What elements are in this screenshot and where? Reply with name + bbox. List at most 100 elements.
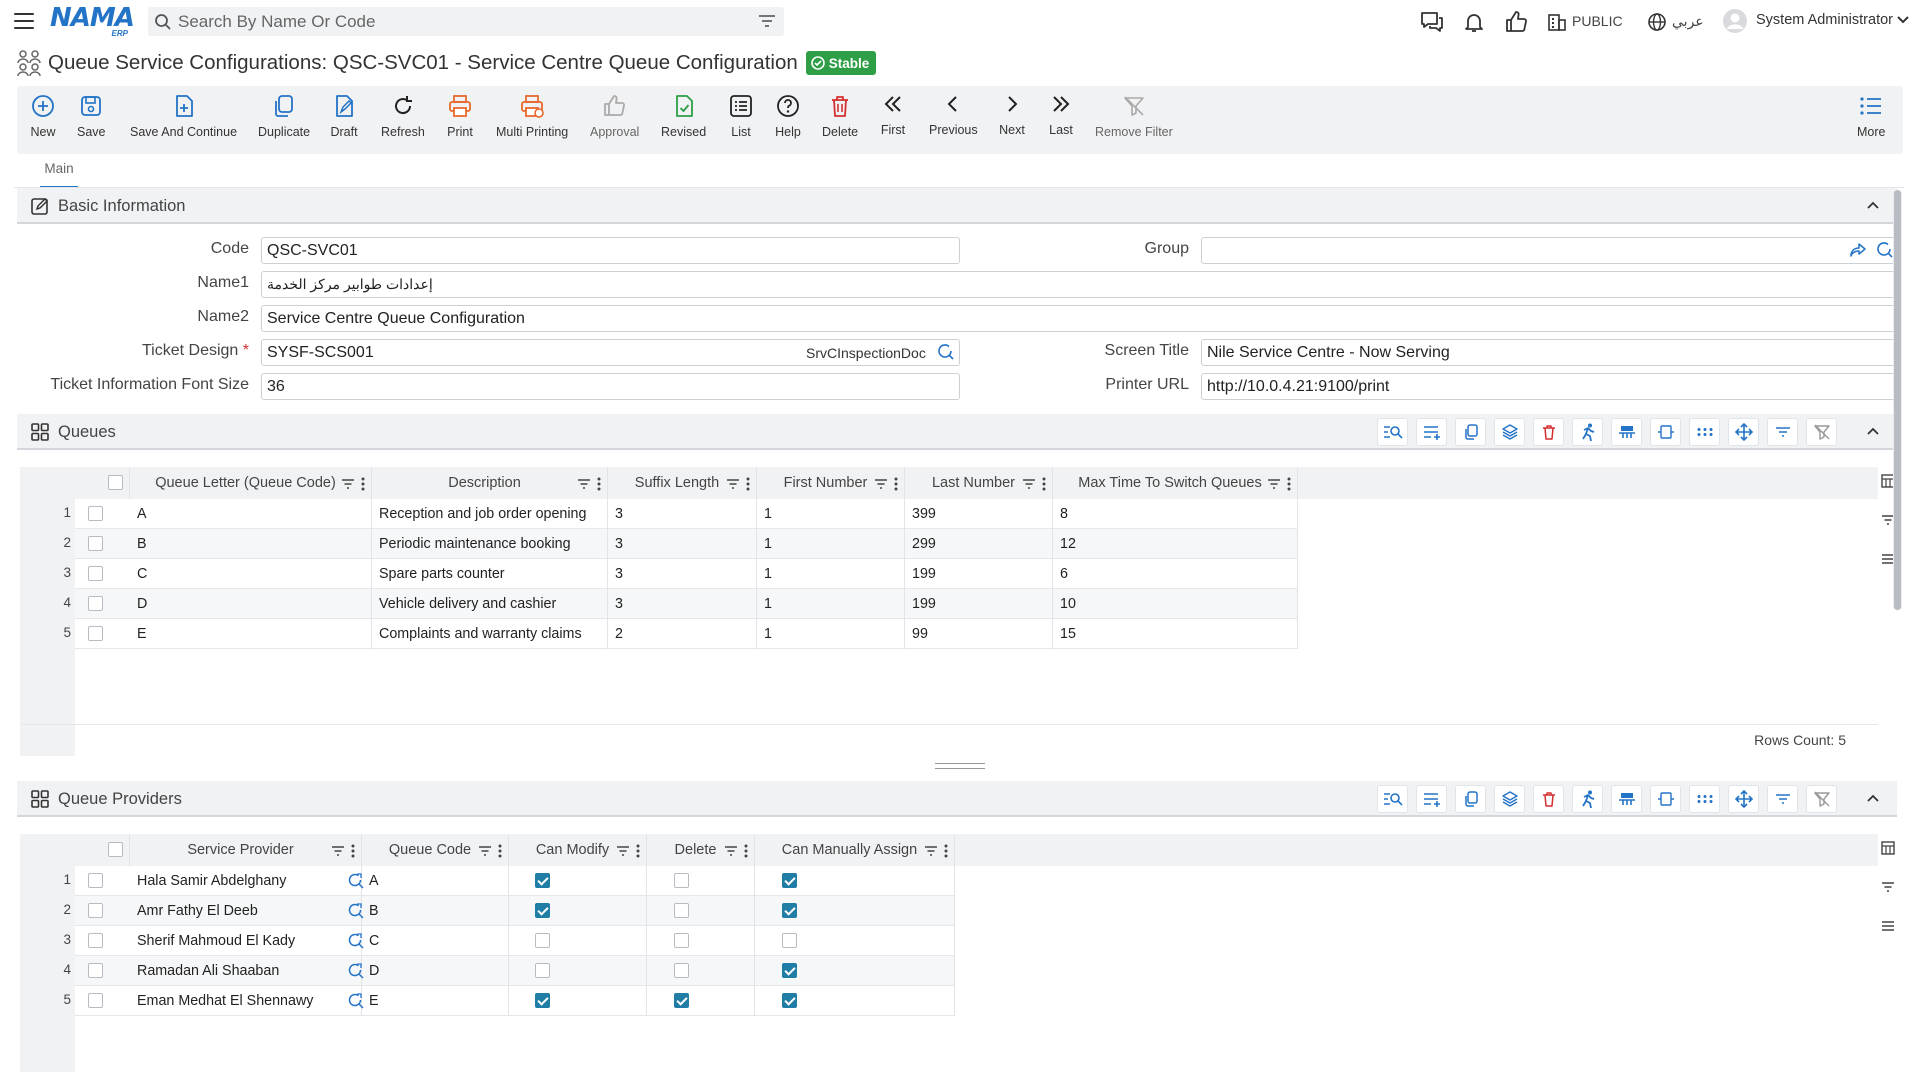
grid-move-button[interactable] [1728, 785, 1759, 813]
bell-icon[interactable] [1462, 10, 1486, 34]
search-lookup-icon[interactable] [937, 343, 955, 361]
queue-letter-cell[interactable]: B [130, 529, 372, 559]
next-button[interactable]: Next [998, 90, 1026, 137]
column-filter-icon[interactable] [341, 478, 355, 490]
public-label[interactable]: PUBLIC [1572, 13, 1623, 29]
col-delete[interactable]: Delete [647, 834, 755, 866]
col-queue-code[interactable]: Queue Code [362, 834, 509, 866]
row-checkbox[interactable] [88, 933, 103, 948]
can-modify-checkbox[interactable] [535, 903, 550, 918]
table-row[interactable]: 3 Sherif Mahmoud El Kady C [20, 926, 955, 956]
queue-letter-cell[interactable]: A [130, 499, 372, 529]
last-number-cell[interactable]: 299 [905, 529, 1053, 559]
grid-search-button[interactable] [1377, 785, 1408, 813]
can-modify-checkbox[interactable] [535, 873, 550, 888]
description-cell[interactable]: Complaints and warranty claims [372, 619, 608, 649]
code-input[interactable] [261, 237, 960, 264]
grid-width-button[interactable] [1650, 418, 1681, 446]
can-modify-checkbox[interactable] [535, 993, 550, 1008]
search-lookup-icon[interactable] [1876, 241, 1894, 259]
side-filter-icon[interactable] [1881, 881, 1895, 893]
delete-button[interactable]: Delete [822, 92, 858, 139]
select-all-checkbox[interactable] [108, 475, 123, 490]
queue-providers-header[interactable]: Queue Providers [17, 781, 1897, 817]
select-all-checkbox[interactable] [108, 842, 123, 857]
delete-checkbox[interactable] [674, 963, 689, 978]
queue-code-cell[interactable]: C [362, 926, 509, 956]
grid-width-button[interactable] [1650, 785, 1681, 813]
can-modify-checkbox[interactable] [535, 933, 550, 948]
first-number-cell[interactable]: 1 [757, 619, 905, 649]
can-manually-assign-checkbox[interactable] [782, 933, 797, 948]
tab-main[interactable]: Main [40, 161, 78, 188]
grid-filter-button[interactable] [1767, 418, 1798, 446]
multi-printing-button[interactable]: Multi Printing [496, 92, 568, 139]
table-row[interactable]: 2 B Periodic maintenance booking 3 1 299… [20, 529, 1298, 559]
row-checkbox[interactable] [88, 626, 103, 641]
table-row[interactable]: 4 Ramadan Ali Shaaban D [20, 956, 955, 986]
col-description[interactable]: Description [372, 467, 608, 499]
new-button[interactable]: New [29, 92, 57, 139]
avatar[interactable] [1722, 8, 1748, 34]
last-number-cell[interactable]: 99 [905, 619, 1053, 649]
max-time-cell[interactable]: 12 [1053, 529, 1298, 559]
suffix-length-cell[interactable]: 2 [608, 619, 757, 649]
max-time-cell[interactable]: 6 [1053, 559, 1298, 589]
grid-run-button[interactable] [1572, 785, 1603, 813]
building-icon[interactable] [1547, 12, 1567, 32]
filter-icon[interactable] [758, 14, 776, 28]
save-button[interactable]: Save [77, 92, 106, 139]
col-first-number[interactable]: First Number [757, 467, 905, 499]
chat-icon[interactable] [1419, 10, 1445, 34]
grid-move-button[interactable] [1728, 418, 1759, 446]
logo[interactable]: NAMA ERP [50, 4, 135, 38]
service-provider-cell[interactable]: Sherif Mahmoud El Kady [130, 926, 364, 956]
menu-icon[interactable] [12, 10, 36, 32]
group-input[interactable] [1201, 237, 1898, 264]
col-can-manually-assign[interactable]: Can Manually Assign [755, 834, 955, 866]
max-time-cell[interactable]: 15 [1053, 619, 1298, 649]
chevron-up-icon[interactable] [1866, 426, 1880, 436]
column-menu-icon[interactable] [498, 844, 502, 858]
column-menu-icon[interactable] [1287, 477, 1291, 491]
col-service-provider[interactable]: Service Provider [130, 834, 362, 866]
previous-button[interactable]: Previous [929, 90, 978, 137]
refresh-button[interactable]: Refresh [381, 92, 425, 139]
row-checkbox[interactable] [88, 596, 103, 611]
row-checkbox[interactable] [88, 566, 103, 581]
column-filter-icon[interactable] [924, 845, 938, 857]
share-icon[interactable] [1849, 242, 1867, 258]
column-menu-icon[interactable] [1042, 477, 1046, 491]
first-number-cell[interactable]: 1 [757, 499, 905, 529]
draft-button[interactable]: Draft [330, 92, 358, 139]
queue-code-cell[interactable]: D [362, 956, 509, 986]
more-button[interactable]: More [1857, 92, 1885, 139]
can-manually-assign-checkbox[interactable] [782, 993, 797, 1008]
column-menu-icon[interactable] [351, 844, 355, 858]
language-switch[interactable]: عربي [1672, 13, 1704, 30]
table-row[interactable]: 2 Amr Fathy El Deeb B [20, 896, 955, 926]
queues-header[interactable]: Queues [17, 414, 1897, 450]
queue-code-cell[interactable]: E [362, 986, 509, 1016]
remove-filter-button[interactable]: Remove Filter [1095, 92, 1173, 139]
col-last-number[interactable]: Last Number [905, 467, 1053, 499]
print-button[interactable]: Print [446, 92, 474, 139]
row-checkbox[interactable] [88, 963, 103, 978]
grid-filter-button[interactable] [1767, 785, 1798, 813]
table-row[interactable]: 5 Eman Medhat El Shennawy E [20, 986, 955, 1016]
table-row[interactable]: 1 Hala Samir Abdelghany A [20, 866, 955, 896]
column-filter-icon[interactable] [724, 845, 738, 857]
service-provider-cell[interactable]: Ramadan Ali Shaaban [130, 956, 364, 986]
grid-remove-filter-button[interactable] [1806, 785, 1837, 813]
queue-letter-cell[interactable]: E [130, 619, 372, 649]
service-provider-cell[interactable]: Eman Medhat El Shennawy [130, 986, 364, 1016]
col-max-time[interactable]: Max Time To Switch Queues [1053, 467, 1298, 499]
grid-add-row-button[interactable] [1416, 418, 1447, 446]
printer-url-input[interactable] [1201, 373, 1898, 400]
column-filter-icon[interactable] [478, 845, 492, 857]
col-suffix-length[interactable]: Suffix Length [608, 467, 757, 499]
row-checkbox[interactable] [88, 536, 103, 551]
grid-add-row-button[interactable] [1416, 785, 1447, 813]
column-menu-icon[interactable] [944, 844, 948, 858]
grid-delete-button[interactable] [1533, 418, 1564, 446]
